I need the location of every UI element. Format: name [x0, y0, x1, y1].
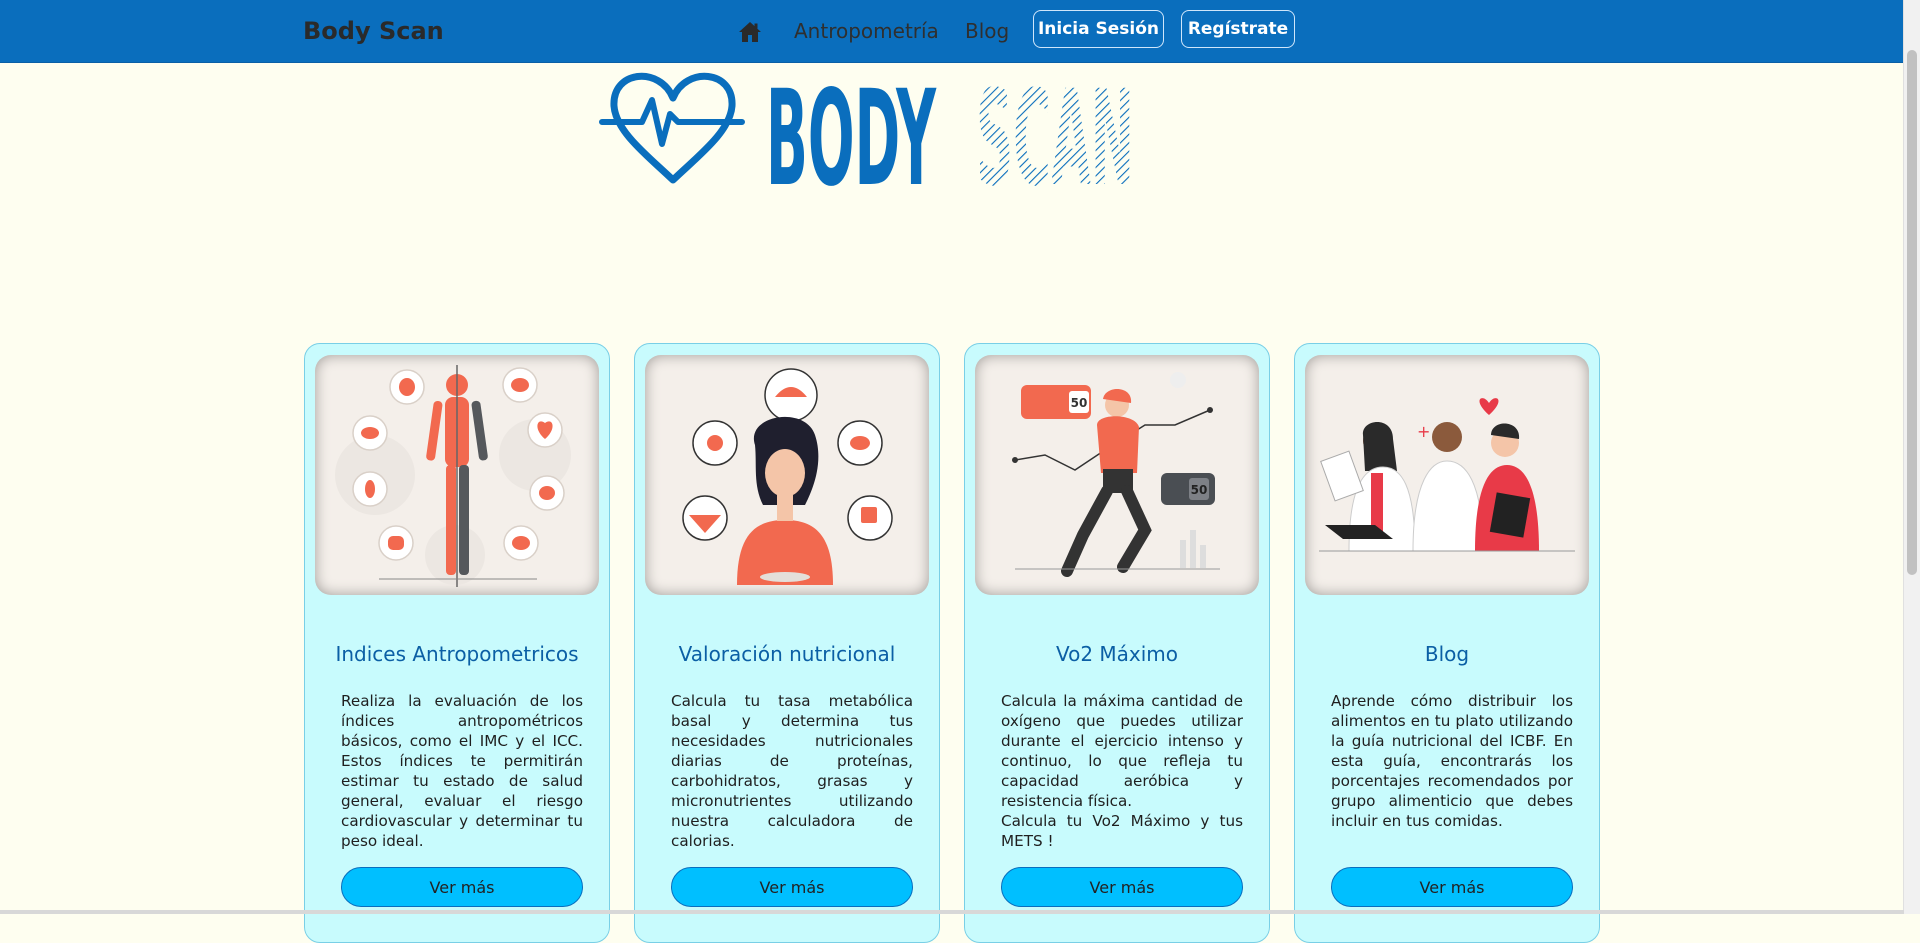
anatomy-illustration: [315, 355, 599, 595]
heartbeat-heart-icon: [610, 72, 736, 184]
card-valoracion-nutricional: Valoración nutricional Calcula tu tasa m…: [634, 343, 940, 943]
card-description: Realiza la evaluación de los índices ant…: [341, 692, 583, 850]
ver-mas-button[interactable]: Ver más: [671, 867, 913, 907]
home-icon[interactable]: [738, 20, 762, 44]
page-scrollbar[interactable]: [1903, 0, 1920, 914]
svg-text:+: +: [1417, 422, 1430, 441]
nav-link-blog[interactable]: Blog: [965, 19, 1009, 43]
register-button[interactable]: Regístrate: [1181, 10, 1295, 48]
login-button[interactable]: Inicia Sesión: [1033, 10, 1164, 48]
logo-text-scan: SCAN: [976, 62, 1134, 194]
runner-illustration: 50 50: [975, 355, 1259, 595]
badge-value: 50: [1071, 396, 1088, 410]
card-description: Aprende cómo distribuir los alimentos en…: [1331, 692, 1573, 830]
card-title: Vo2 Máximo: [1055, 642, 1179, 666]
card-title: Indices Antropometricos: [335, 642, 579, 666]
card-indices-antropometricos: Indices Antropometricos Realiza la evalu…: [304, 343, 610, 943]
medical-team-illustration: +: [1305, 355, 1589, 595]
ver-mas-button[interactable]: Ver más: [1331, 867, 1573, 907]
ver-mas-button[interactable]: Ver más: [1001, 867, 1243, 907]
logo-text-body: BODY: [766, 62, 937, 194]
card-title: Blog: [1424, 642, 1470, 666]
card-title: Valoración nutricional: [678, 642, 896, 666]
nutrition-illustration: [645, 355, 929, 595]
scrollbar-thumb[interactable]: [1907, 50, 1917, 575]
card-vo2-maximo: 50 50 Vo2 Máximo Calcula la máxima canti…: [964, 343, 1270, 943]
nav-link-antropometria[interactable]: Antropometría: [794, 19, 939, 43]
navbar: Body Scan Antropometría Blog Inicia Sesi…: [0, 0, 1904, 63]
badge-value: 50: [1191, 483, 1208, 497]
card-description: Calcula tu tasa metabólica basal y deter…: [671, 692, 913, 850]
card-description: Calcula la máxima cantidad de oxígeno qu…: [1001, 692, 1243, 850]
bottom-edge: [0, 910, 1904, 914]
card-blog: + Blog Aprende cómo distribuir los alime…: [1294, 343, 1600, 943]
body-scan-logo: BODY SCAN: [599, 62, 1134, 194]
ver-mas-button[interactable]: Ver más: [341, 867, 583, 907]
brand-logo-text[interactable]: Body Scan: [303, 17, 444, 45]
